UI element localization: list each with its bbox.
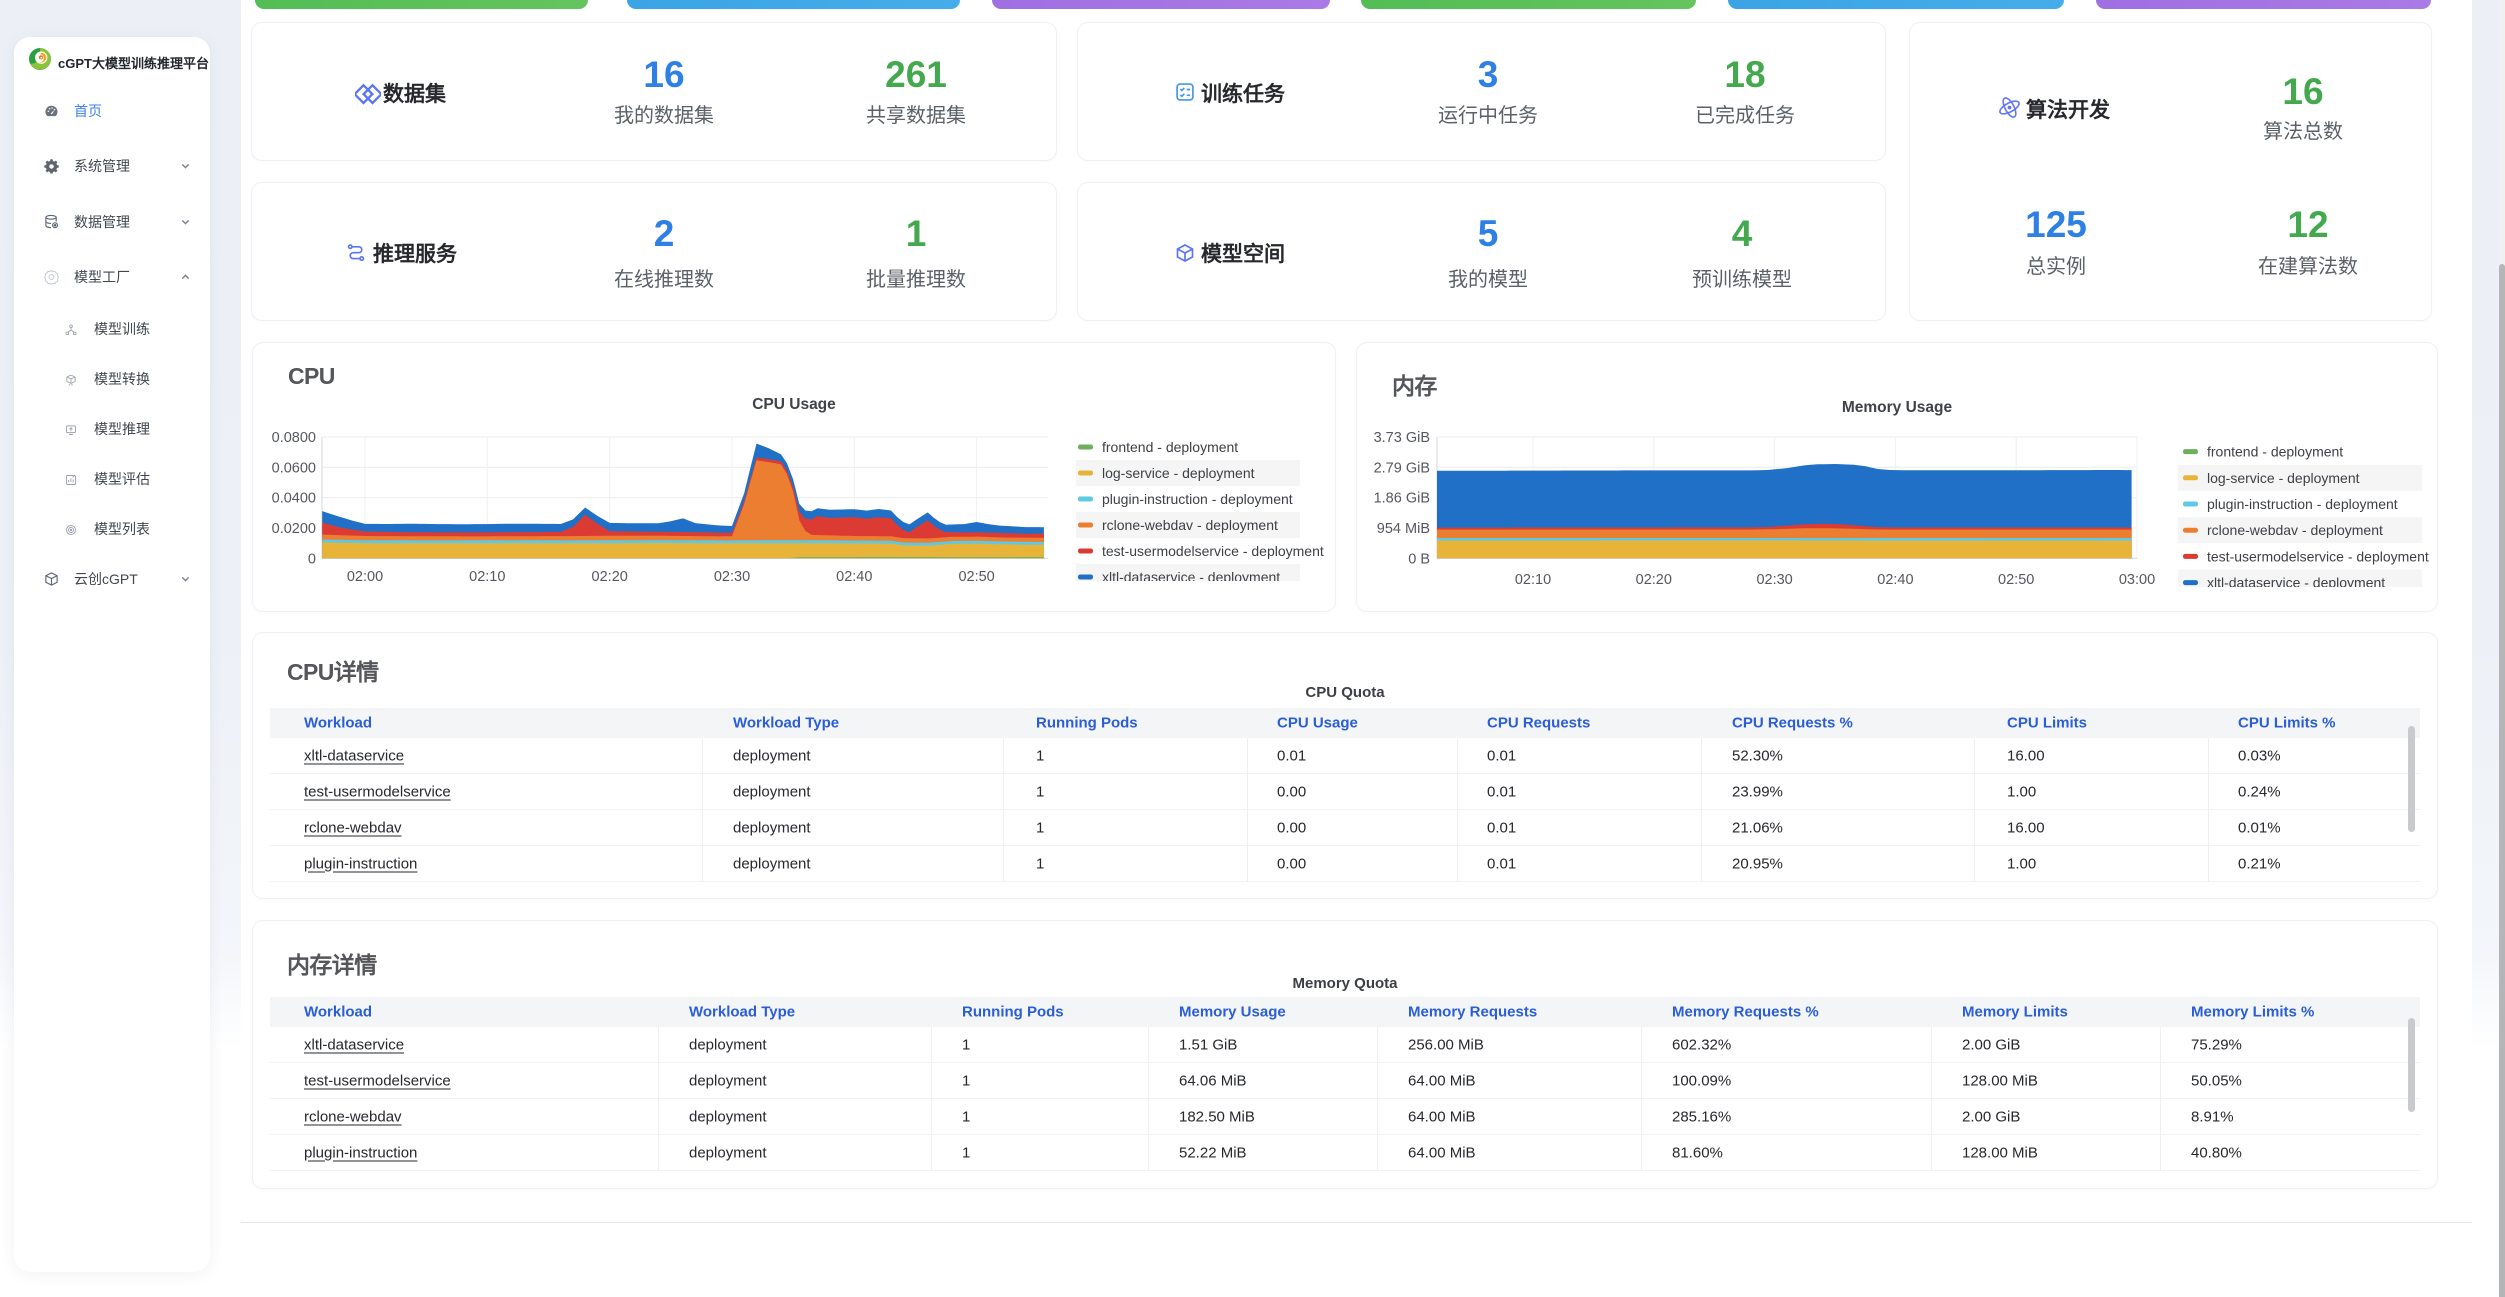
- svg-text:0.0600: 0.0600: [272, 460, 316, 476]
- svg-text:0.0400: 0.0400: [272, 491, 316, 507]
- svg-text:xltl-dataservice - deployment: xltl-dataservice - deployment: [2207, 575, 2385, 591]
- svg-text:log-service - deployment: log-service - deployment: [1102, 465, 1255, 481]
- svg-text:xltl-dataservice - deployment: xltl-dataservice - deployment: [1102, 569, 1280, 585]
- svg-text:02:30: 02:30: [714, 569, 750, 585]
- svg-text:plugin-instruction - deploymen: plugin-instruction - deployment: [2207, 496, 2398, 512]
- svg-text:log-service - deployment: log-service - deployment: [2207, 470, 2360, 486]
- svg-text:plugin-instruction - deploymen: plugin-instruction - deployment: [1102, 491, 1293, 507]
- svg-text:02:30: 02:30: [1756, 572, 1792, 588]
- svg-text:0.0800: 0.0800: [272, 430, 316, 446]
- svg-text:rclone-webdav - deployment: rclone-webdav - deployment: [1102, 517, 1278, 533]
- svg-text:frontend - deployment: frontend - deployment: [2207, 444, 2343, 460]
- svg-text:0 B: 0 B: [1408, 551, 1430, 567]
- svg-text:1.86 GiB: 1.86 GiB: [1374, 491, 1430, 507]
- svg-text:02:50: 02:50: [958, 569, 994, 585]
- svg-text:test-usermodelservice - deploy: test-usermodelservice - deployment: [2207, 548, 2429, 564]
- svg-text:02:10: 02:10: [469, 569, 505, 585]
- svg-text:frontend - deployment: frontend - deployment: [1102, 439, 1238, 455]
- svg-text:02:00: 02:00: [347, 569, 383, 585]
- svg-text:02:40: 02:40: [836, 569, 872, 585]
- svg-text:02:50: 02:50: [1998, 572, 2034, 588]
- svg-text:02:20: 02:20: [1636, 572, 1672, 588]
- svg-text:954 MiB: 954 MiB: [1377, 521, 1430, 537]
- svg-text:2.79 GiB: 2.79 GiB: [1374, 460, 1430, 476]
- svg-text:3.73 GiB: 3.73 GiB: [1374, 430, 1430, 446]
- svg-text:0.0200: 0.0200: [272, 521, 316, 537]
- svg-text:02:20: 02:20: [592, 569, 628, 585]
- svg-text:03:00: 03:00: [2119, 572, 2155, 588]
- svg-text:Memory Usage: Memory Usage: [1842, 399, 1953, 416]
- svg-text:rclone-webdav - deployment: rclone-webdav - deployment: [2207, 522, 2383, 538]
- svg-text:02:40: 02:40: [1877, 572, 1913, 588]
- svg-text:CPU Usage: CPU Usage: [752, 396, 836, 413]
- svg-text:02:10: 02:10: [1515, 572, 1551, 588]
- svg-text:test-usermodelservice - deploy: test-usermodelservice - deployment: [1102, 543, 1324, 559]
- svg-text:0: 0: [308, 551, 316, 567]
